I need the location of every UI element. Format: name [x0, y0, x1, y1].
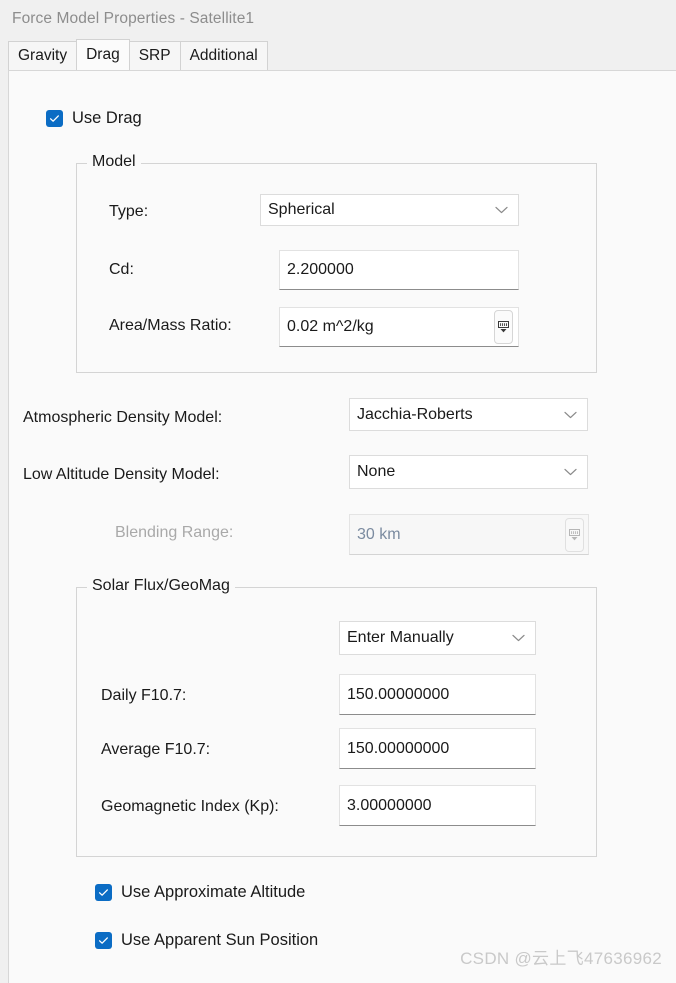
- unit-selector-icon: [498, 321, 509, 333]
- daily-f107-input[interactable]: 150.00000000: [339, 674, 536, 715]
- low-altitude-density-model-combobox[interactable]: None: [349, 455, 588, 489]
- average-f107-input[interactable]: 150.00000000: [339, 728, 536, 769]
- checkmark-icon[interactable]: [46, 110, 63, 127]
- geomagnetic-index-label: Geomagnetic Index (Kp):: [101, 798, 279, 815]
- tab-srp[interactable]: SRP: [128, 41, 181, 70]
- use-drag-label: Use Drag: [72, 109, 142, 127]
- geomagnetic-index-input[interactable]: 3.00000000: [339, 785, 536, 826]
- area-mass-ratio-unit-button[interactable]: [494, 310, 513, 344]
- daily-f107-input-value: 150.00000000: [347, 685, 450, 703]
- solar-flux-geomag-groupbox-title: Solar Flux/GeoMag: [87, 577, 235, 595]
- tab-strip: Gravity Drag SRP Additional: [0, 38, 676, 70]
- window-titlebar: Force Model Properties - Satellite1: [0, 0, 676, 38]
- area-mass-ratio-input[interactable]: 0.02 m^2/kg: [279, 307, 519, 347]
- low-altitude-density-model-value: None: [357, 463, 396, 480]
- tab-additional[interactable]: Additional: [179, 41, 268, 70]
- blending-range-label: Blending Range:: [115, 524, 234, 541]
- use-drag-checkbox-row[interactable]: Use Drag: [46, 109, 142, 128]
- area-mass-ratio-label: Area/Mass Ratio:: [109, 317, 232, 334]
- solar-flux-source-value: Enter Manually: [347, 629, 454, 646]
- area-mass-ratio-input-value: 0.02 m^2/kg: [287, 318, 374, 335]
- checkmark-icon[interactable]: [95, 884, 112, 901]
- average-f107-label: Average F10.7:: [101, 741, 211, 758]
- type-combobox[interactable]: Spherical: [260, 194, 519, 226]
- use-apparent-sun-position-checkbox-row[interactable]: Use Apparent Sun Position: [95, 931, 318, 950]
- blending-range-input: 30 km: [349, 514, 589, 555]
- cd-label: Cd:: [109, 261, 134, 278]
- drag-tab-panel: Use Drag Model Type: Spherical Cd: 2.200…: [8, 70, 676, 983]
- cd-input[interactable]: 2.200000: [279, 250, 519, 290]
- use-apparent-sun-position-label: Use Apparent Sun Position: [121, 931, 319, 949]
- type-combobox-value: Spherical: [268, 201, 335, 218]
- watermark-text: CSDN @云上飞47636962: [460, 949, 662, 968]
- unit-selector-icon: [569, 529, 580, 541]
- blending-range-input-value: 30 km: [357, 525, 401, 543]
- use-approximate-altitude-label: Use Approximate Altitude: [121, 883, 306, 901]
- chevron-down-icon: [564, 406, 577, 424]
- cd-input-value: 2.200000: [287, 261, 354, 278]
- atmospheric-density-model-value: Jacchia-Roberts: [357, 405, 473, 423]
- chevron-down-icon: [512, 629, 525, 647]
- atmospheric-density-model-combobox[interactable]: Jacchia-Roberts: [349, 398, 588, 431]
- solar-flux-source-combobox[interactable]: Enter Manually: [339, 621, 536, 655]
- blending-range-unit-button: [565, 518, 584, 552]
- daily-f107-label: Daily F10.7:: [101, 687, 187, 704]
- chevron-down-icon: [564, 463, 577, 481]
- type-label: Type:: [109, 203, 149, 220]
- atmospheric-density-model-label: Atmospheric Density Model:: [23, 409, 223, 426]
- low-altitude-density-model-label: Low Altitude Density Model:: [23, 466, 220, 483]
- checkmark-icon[interactable]: [95, 932, 112, 949]
- model-groupbox-title: Model: [87, 153, 141, 171]
- chevron-down-icon: [495, 201, 508, 219]
- tab-gravity[interactable]: Gravity: [8, 41, 78, 70]
- average-f107-input-value: 150.00000000: [347, 739, 450, 757]
- geomagnetic-index-input-value: 3.00000000: [347, 796, 432, 814]
- use-approximate-altitude-checkbox-row[interactable]: Use Approximate Altitude: [95, 883, 305, 902]
- tab-drag[interactable]: Drag: [76, 39, 130, 70]
- window-title: Force Model Properties - Satellite1: [12, 10, 255, 27]
